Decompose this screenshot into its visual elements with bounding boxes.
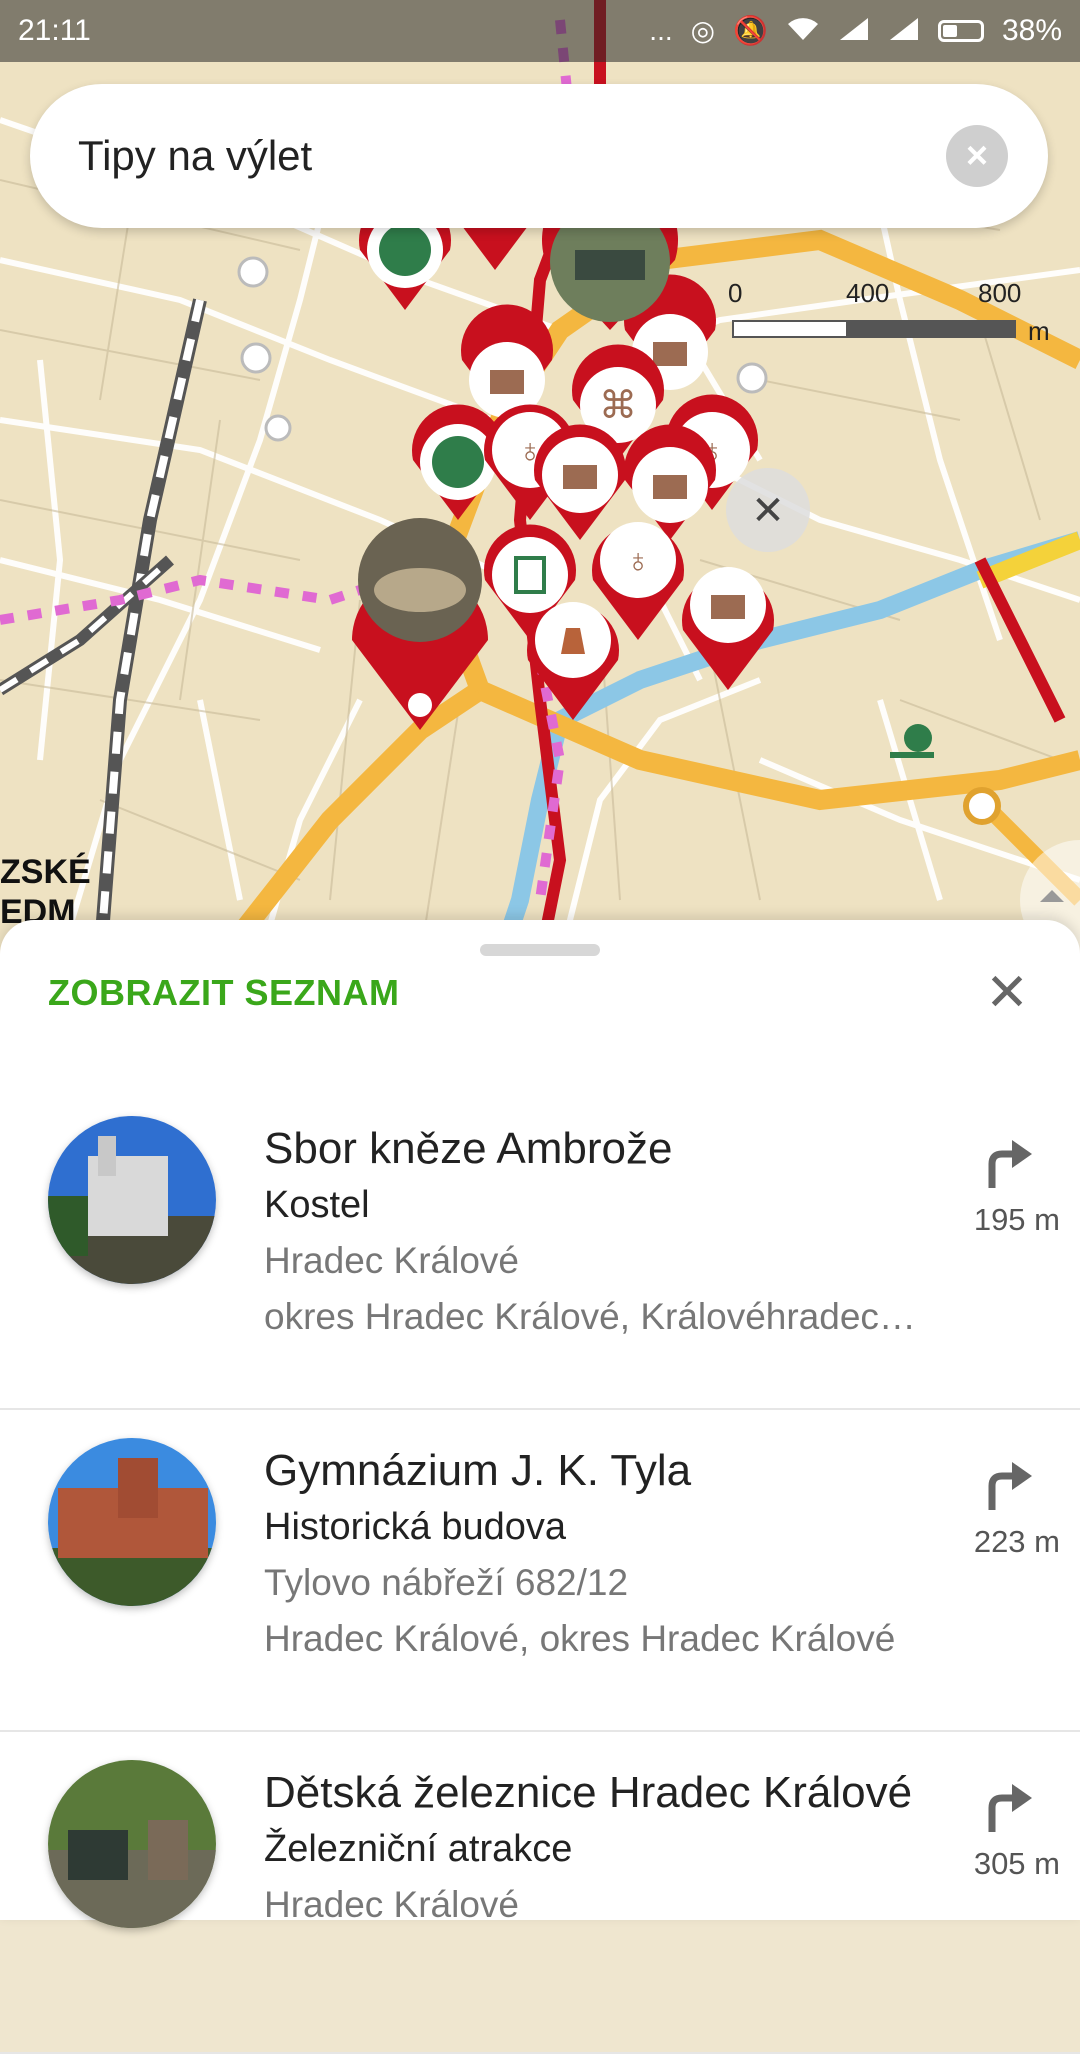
signal-icon-2: [888, 16, 920, 47]
battery-level: [942, 25, 957, 37]
search-query[interactable]: Tipy na výlet: [78, 132, 946, 180]
place-name: Sbor kněze Ambrože: [264, 1124, 673, 1173]
show-list-button[interactable]: ZOBRAZIT SEZNAM: [48, 972, 399, 1014]
status-icons: ... ◎ 🔕 38%: [649, 14, 1062, 48]
list-item[interactable]: Dětská železnice Hradec Králové Železnič…: [0, 1732, 1080, 2054]
svg-text:♁: ♁: [625, 542, 651, 580]
place-region: Hradec Králové, okres Hradec Králové: [264, 1618, 896, 1659]
place-distance: 305 m: [973, 1846, 1060, 1881]
turn-right-icon[interactable]: [978, 1774, 1038, 1834]
place-address: Hradec Králové: [264, 1240, 520, 1281]
place-name: Dětská železnice Hradec Králové: [264, 1768, 913, 1817]
close-circle-icon[interactable]: ×: [946, 125, 1008, 187]
drag-handle[interactable]: [480, 944, 600, 956]
place-distance: 223 m: [973, 1524, 1060, 1559]
place-address: Tylovo nábřeží 682/12: [264, 1562, 629, 1603]
battery-percent: 38%: [1001, 14, 1062, 47]
place-name: Gymnázium J. K. Tyla: [264, 1446, 692, 1495]
place-category: Železniční atrakce: [264, 1828, 573, 1870]
more-dots-icon: ...: [649, 15, 673, 46]
scale-label-400: 400: [846, 278, 890, 308]
status-time: 21:11: [18, 14, 91, 47]
results-sheet[interactable]: ZOBRAZIT SEZNAM ✕ Sbor kněze Ambrože Kos…: [0, 920, 1080, 2054]
svg-text:⌘: ⌘: [599, 385, 637, 427]
scale-unit: m: [1028, 316, 1050, 346]
map-scale: 0 400 800 m: [728, 278, 1058, 348]
turn-right-icon[interactable]: [978, 1452, 1038, 1512]
place-region: okres Hradec Králové, Královéhradecký kr…: [264, 1296, 932, 1337]
place-category: Historická budova: [264, 1506, 567, 1548]
place-thumbnail: [48, 1760, 216, 1928]
silent-icon: 🔕: [733, 15, 768, 46]
scale-label-800: 800: [978, 278, 1022, 308]
status-bar: 21:11 ... ◎ 🔕 38%: [0, 0, 1080, 62]
turn-right-icon[interactable]: [978, 1130, 1038, 1190]
battery-icon: [937, 20, 984, 42]
place-thumbnail: [48, 1438, 216, 1606]
scale-label-0: 0: [728, 278, 743, 308]
scale-bar: [732, 320, 1016, 338]
list-item[interactable]: Sbor kněze Ambrože Kostel Hradec Králové…: [0, 1088, 1080, 1410]
place-thumbnail: [48, 1116, 216, 1284]
wifi-icon: [786, 16, 820, 47]
search-bar[interactable]: Tipy na výlet ×: [30, 84, 1048, 228]
hotspot-icon: ◎: [690, 15, 716, 46]
close-icon[interactable]: ✕: [982, 967, 1032, 1019]
signal-icon: [838, 16, 870, 47]
place-category: Kostel: [264, 1184, 370, 1226]
place-distance: 195 m: [973, 1202, 1060, 1237]
svg-text:✕: ✕: [751, 489, 785, 533]
list-item[interactable]: Gymnázium J. K. Tyla Historická budova T…: [0, 1410, 1080, 1732]
